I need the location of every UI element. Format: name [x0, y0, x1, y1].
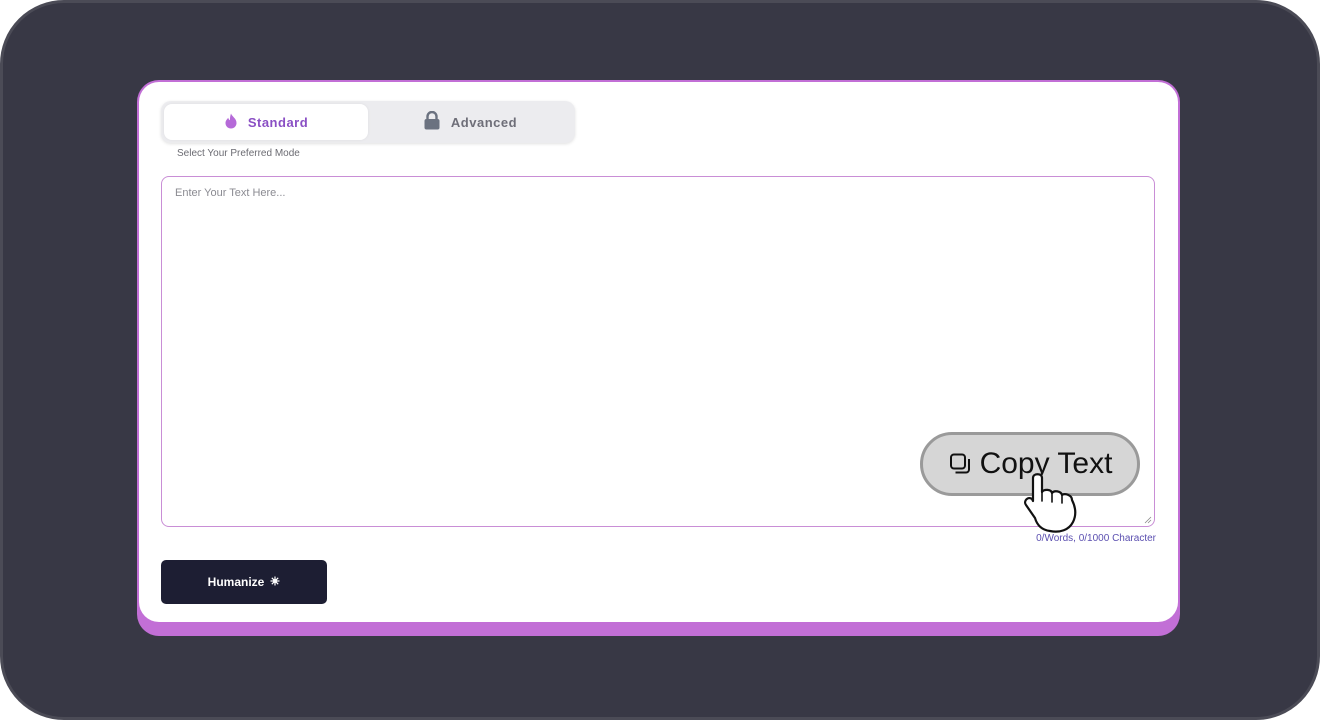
resize-handle-icon[interactable]: [1144, 516, 1152, 524]
mode-toggle: Standard Advanced: [161, 101, 575, 143]
word-character-counter: 0/Words, 0/1000 Character: [1036, 533, 1156, 544]
mode-hint: Select Your Preferred Mode: [177, 148, 300, 159]
humanize-button-label: Humanize: [207, 575, 265, 589]
humanizer-card: Standard Advanced Select Your Preferred …: [139, 82, 1178, 622]
flame-icon: [224, 113, 238, 132]
humanize-button[interactable]: Humanize: [161, 560, 327, 604]
advanced-mode-button[interactable]: Advanced: [368, 104, 572, 140]
standard-mode-button[interactable]: Standard: [164, 104, 368, 140]
copy-icon: [948, 452, 972, 476]
hand-pointer-icon: [1024, 473, 1077, 533]
sparkle-icon: [270, 575, 280, 589]
advanced-mode-label: Advanced: [450, 114, 518, 130]
lock-icon: [423, 110, 441, 133]
standard-mode-label: Standard: [247, 114, 309, 130]
